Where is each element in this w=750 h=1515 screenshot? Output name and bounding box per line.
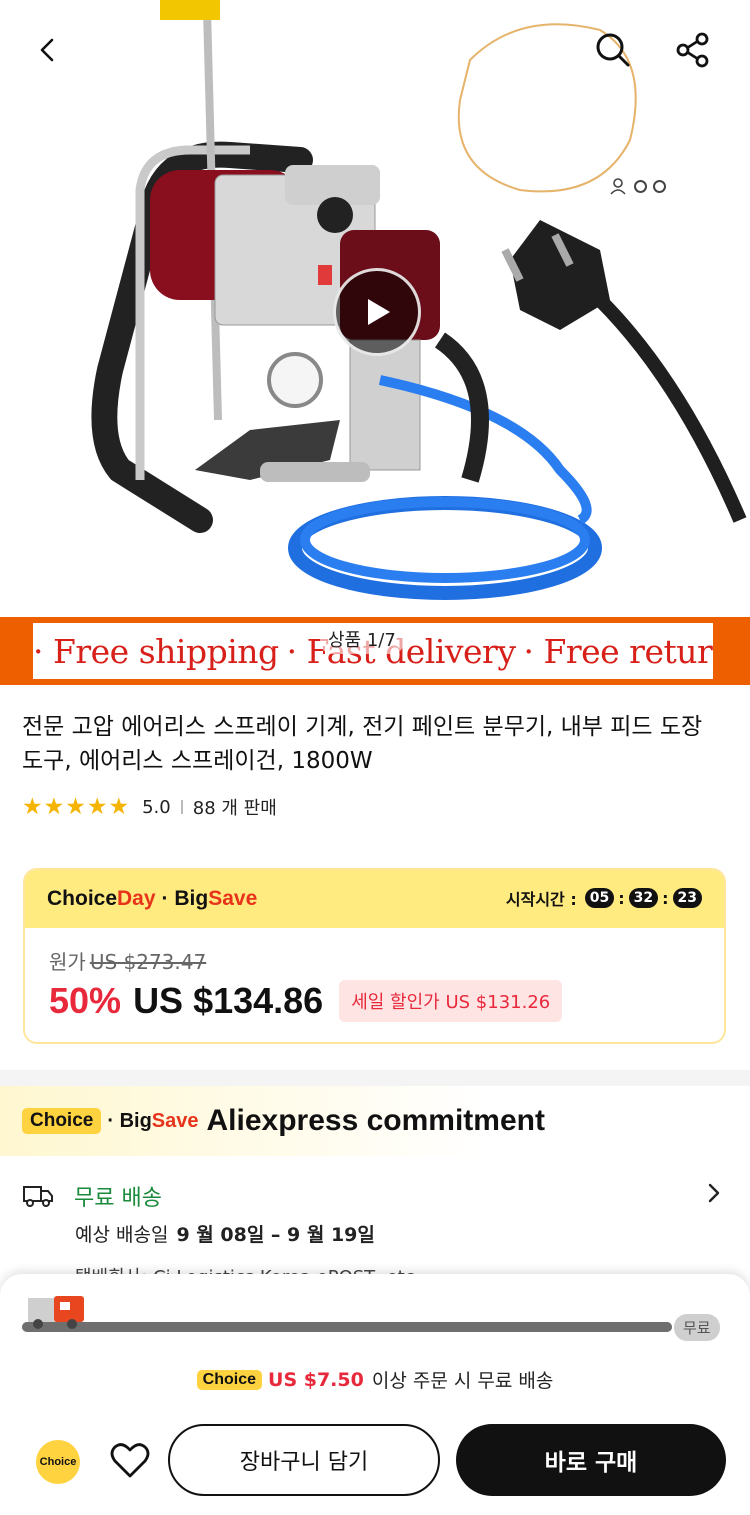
truck-icon bbox=[23, 1186, 53, 1207]
product-gallery[interactable] bbox=[0, 0, 750, 620]
shipping-row[interactable]: 무료 배송 bbox=[22, 1178, 728, 1214]
heart-icon bbox=[110, 1443, 150, 1478]
free-shipping-label: 무료 배송 bbox=[74, 1186, 162, 1211]
choice-day-price-card: ChoiceDay · BigSave 시작시간 : 05 : 32 : 23 … bbox=[23, 868, 726, 1044]
indicator-dot bbox=[653, 179, 666, 193]
commitment-title: Aliexpress commitment bbox=[206, 1104, 545, 1137]
sale-price-tag: 세일 할인가 US $131.26 bbox=[339, 980, 563, 1022]
timer-minutes: 32 bbox=[628, 888, 659, 908]
choice-badge: Choice bbox=[22, 1108, 102, 1134]
person-icon bbox=[610, 178, 626, 195]
search-icon bbox=[596, 33, 630, 67]
original-price: 원가 US $273.47 bbox=[49, 950, 207, 974]
timer-hours: 05 bbox=[584, 888, 615, 908]
add-to-cart-button[interactable]: 장바구니 담기 bbox=[168, 1424, 440, 1496]
buy-now-button[interactable]: 바로 구매 bbox=[456, 1424, 726, 1496]
delivery-truck-icon bbox=[28, 1296, 84, 1329]
rating-value: 5.0 bbox=[142, 796, 171, 818]
divider bbox=[180, 800, 183, 814]
indicator-dot bbox=[634, 179, 647, 193]
chevron-left-icon bbox=[40, 38, 54, 62]
sold-count: 88 개 판매 bbox=[192, 798, 277, 819]
choice-day-logo: ChoiceDay bbox=[47, 887, 156, 910]
free-shipping-pill: 무료 bbox=[674, 1314, 720, 1341]
commitment-header: Choice · BigSave Aliexpress commitment bbox=[0, 1086, 750, 1156]
chevron-right-icon bbox=[708, 1183, 720, 1203]
countdown-timer: 시작시간 : 05 : 32 : 23 bbox=[506, 886, 702, 910]
threshold-text: 이상 주문 시 무료 배송 bbox=[371, 1370, 554, 1392]
current-price: US $134.86 bbox=[133, 980, 324, 1021]
choice-store-icon[interactable]: Choice bbox=[36, 1440, 80, 1484]
section-divider bbox=[0, 1070, 750, 1086]
estimated-delivery: 예상 배송일 9 월 08일 – 9 월 19일 bbox=[75, 1224, 375, 1246]
timer-seconds: 23 bbox=[672, 888, 702, 908]
free-shipping-threshold: Choice US $7.50 이상 주문 시 무료 배송 bbox=[0, 1366, 750, 1393]
discount-percent: 50% bbox=[49, 980, 122, 1021]
image-indicator bbox=[608, 176, 666, 196]
search-button[interactable] bbox=[585, 22, 641, 78]
wishlist-button[interactable] bbox=[110, 1442, 150, 1484]
star-rating-icon: ★★★★★ bbox=[22, 794, 131, 820]
free-shipping-progress-fill bbox=[22, 1322, 672, 1332]
banner-item: · Free shipping bbox=[33, 631, 279, 671]
image-counter: 상품 1/7 bbox=[320, 624, 404, 654]
share-icon bbox=[676, 32, 709, 68]
bigsave-logo: · BigSave bbox=[107, 1109, 199, 1132]
play-video-button[interactable] bbox=[333, 268, 421, 356]
rating-row[interactable]: ★★★★★ 5.0 88 개 판매 bbox=[22, 794, 277, 820]
timer-label: 시작시간 : bbox=[505, 890, 577, 909]
action-bar: Choice 장바구니 담기 바로 구매 bbox=[0, 1422, 750, 1502]
product-title: 전문 고압 에어리스 스프레이 기계, 전기 페인트 분무기, 내부 피드 도장… bbox=[22, 714, 703, 774]
bottom-sheet: 무료 Choice US $7.50 이상 주문 시 무료 배송 Choice … bbox=[0, 1274, 750, 1515]
share-button[interactable] bbox=[665, 22, 721, 78]
threshold-amount: US $7.50 bbox=[268, 1368, 364, 1391]
back-button[interactable] bbox=[20, 22, 76, 78]
choice-badge: Choice bbox=[196, 1369, 263, 1390]
banner-item: · Free returns bbox=[523, 631, 713, 671]
bigsave-logo: · BigSave bbox=[161, 887, 258, 910]
play-icon bbox=[368, 299, 390, 325]
